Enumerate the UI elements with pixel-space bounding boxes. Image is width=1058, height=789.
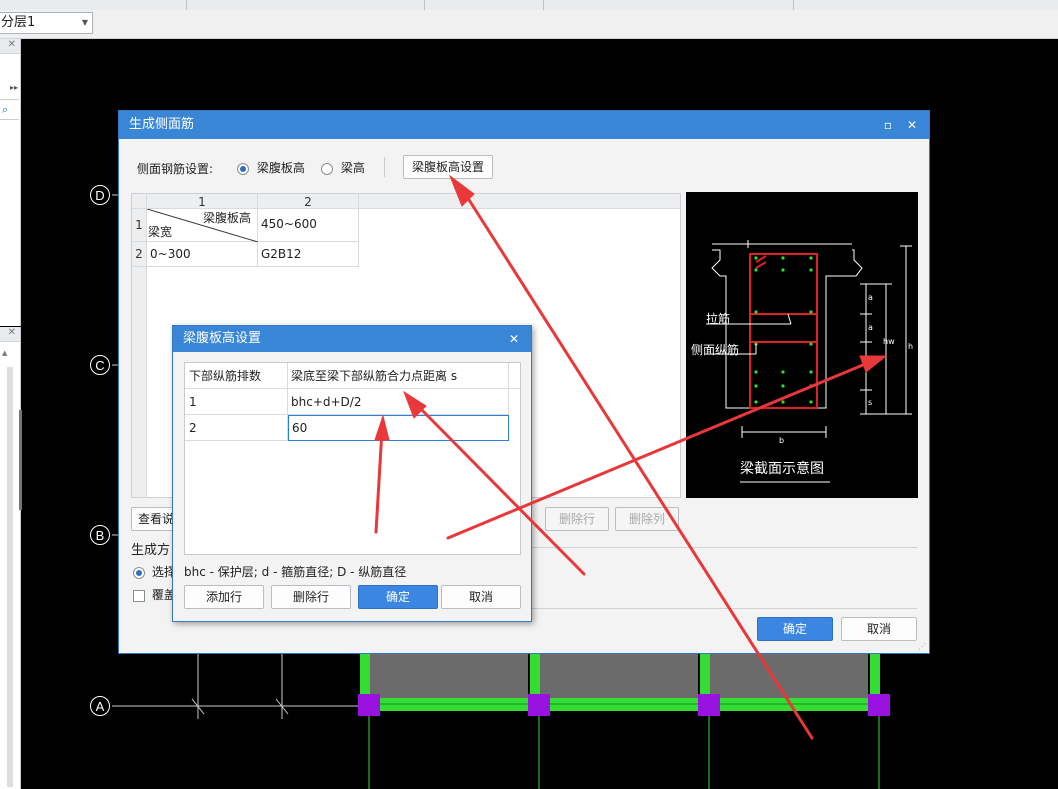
grid-col-header-2: 2 <box>258 194 359 209</box>
sub-dialog-title: 梁腹板高设置 <box>183 331 262 346</box>
axis-bubble-a: A <box>90 696 110 716</box>
floor-select[interactable]: 分层1 ▼ <box>0 12 93 34</box>
col-header-distance: 梁底至梁下部纵筋合力点距离 s <box>288 363 509 389</box>
side-long-label: 侧面纵筋 <box>691 343 740 357</box>
close-icon[interactable]: ✕ <box>901 111 923 139</box>
expand-icon[interactable]: ▸▸ <box>10 83 18 92</box>
radio-web-height[interactable]: 梁腹板高 <box>237 159 305 176</box>
close-icon[interactable]: ✕ <box>503 326 525 352</box>
grid-row-header-1: 1 <box>132 209 147 242</box>
delete-row-button[interactable]: 删除行 <box>545 507 609 531</box>
dim-b: b <box>779 436 785 445</box>
web-height-grid[interactable]: 下部纵筋排数 梁底至梁下部纵筋合力点距离 s 1 bhc+d+D/2 2 60 <box>184 362 521 555</box>
select-radio[interactable] <box>133 566 145 579</box>
dim-h: h <box>908 342 914 351</box>
dialog-titlebar[interactable]: 生成侧面筋 ▫ ✕ <box>119 111 929 139</box>
delete-col-button[interactable]: 删除列 <box>615 507 679 531</box>
col-header-filler <box>509 363 520 389</box>
dim-a2: a <box>868 323 873 332</box>
web-height-setting-button[interactable]: 梁腹板高设置 <box>403 155 493 179</box>
dim-hw: hw <box>883 337 895 346</box>
radio-web-height-label: 梁腹板高 <box>256 161 305 175</box>
beam-section-diagram: 拉筋 侧面纵筋 a a s hw h b 梁截面示意图 <box>686 192 918 498</box>
axis-bubble-c: C <box>90 355 110 375</box>
grid-diagonal-header: 梁腹板高 梁宽 <box>147 209 258 242</box>
grid-header-value[interactable]: 450~600 <box>258 209 359 242</box>
sub-dialog-titlebar[interactable]: 梁腹板高设置 ✕ <box>173 326 531 352</box>
setting-label: 侧面钢筋设置: <box>137 162 214 176</box>
row1-count[interactable]: 1 <box>185 389 288 415</box>
grid-cell-width-range[interactable]: 0~300 <box>147 242 258 267</box>
radio-web-height-indicator[interactable] <box>237 162 249 175</box>
maximize-icon[interactable]: ▫ <box>877 111 899 139</box>
add-row-button[interactable]: 添加行 <box>184 585 264 609</box>
chevron-down-icon: ▼ <box>81 18 88 27</box>
diag-top-label: 梁腹板高 <box>202 211 251 225</box>
overwrite-checkbox[interactable] <box>133 589 145 602</box>
row1-distance[interactable]: bhc+d+D/2 <box>288 389 509 415</box>
tie-label: 拉筋 <box>706 312 731 326</box>
left-panel-top-header: ✕ <box>0 39 20 54</box>
grid-row-header-2: 2 <box>132 242 147 267</box>
overwrite-option[interactable]: 覆盖 <box>133 586 176 603</box>
dialog-title: 生成侧面筋 <box>129 117 195 132</box>
radio-beam-height-label: 梁高 <box>340 161 365 175</box>
legend-text: bhc - 保护层; d - 箍筋直径; D - 纵筋直径 <box>184 565 407 579</box>
close-icon[interactable]: ✕ <box>8 39 16 50</box>
grid-row-header-filler <box>132 267 147 497</box>
radio-beam-height[interactable]: 梁高 <box>321 159 365 176</box>
left-panel-bottom: ✕ ▲ <box>0 327 21 789</box>
floor-select-value: 分层1 <box>1 15 36 30</box>
cancel-button[interactable]: 取消 <box>841 617 917 641</box>
close-icon[interactable]: ✕ <box>8 327 16 338</box>
delete-row-button[interactable]: 删除行 <box>271 585 351 609</box>
ok-button[interactable]: 确定 <box>757 617 833 641</box>
row2-count[interactable]: 2 <box>185 415 288 441</box>
grid-header-filler <box>359 194 680 209</box>
dim-s: s <box>868 398 873 407</box>
ok-button[interactable]: 确定 <box>358 585 438 609</box>
resize-grip-icon[interactable]: ⋰ <box>918 642 926 651</box>
scrollbar[interactable] <box>7 367 13 787</box>
axis-bubble-d: D <box>90 185 110 205</box>
left-panel-bottom-header: ✕ <box>0 327 20 342</box>
select-option[interactable]: 选择 <box>133 563 176 580</box>
left-panel-top: ✕ ▸▸ ⌕ <box>0 39 21 326</box>
diagram-caption: 梁截面示意图 <box>740 461 824 477</box>
scroll-up-icon[interactable]: ▲ <box>2 349 7 357</box>
dim-a1: a <box>868 293 873 302</box>
diag-bottom-label: 梁宽 <box>148 225 173 239</box>
radio-beam-height-indicator[interactable] <box>321 162 333 175</box>
web-height-setting-dialog: 梁腹板高设置 ✕ 下部纵筋排数 梁底至梁下部纵筋合力点距离 s 1 bhc+d+… <box>172 325 532 622</box>
floor-bar <box>0 10 1058 39</box>
axis-bubble-b: B <box>90 525 110 545</box>
cancel-button[interactable]: 取消 <box>441 585 521 609</box>
grid-col-header-1: 1 <box>147 194 258 209</box>
grid-corner <box>132 194 147 209</box>
search-icon[interactable]: ⌕ <box>2 103 8 117</box>
row2-distance-editing[interactable]: 60 <box>288 415 509 441</box>
gen-mode-label: 生成方 <box>131 543 171 558</box>
col-header-count: 下部纵筋排数 <box>185 363 288 389</box>
grid-cell-rebar[interactable]: G2B12 <box>258 242 359 267</box>
